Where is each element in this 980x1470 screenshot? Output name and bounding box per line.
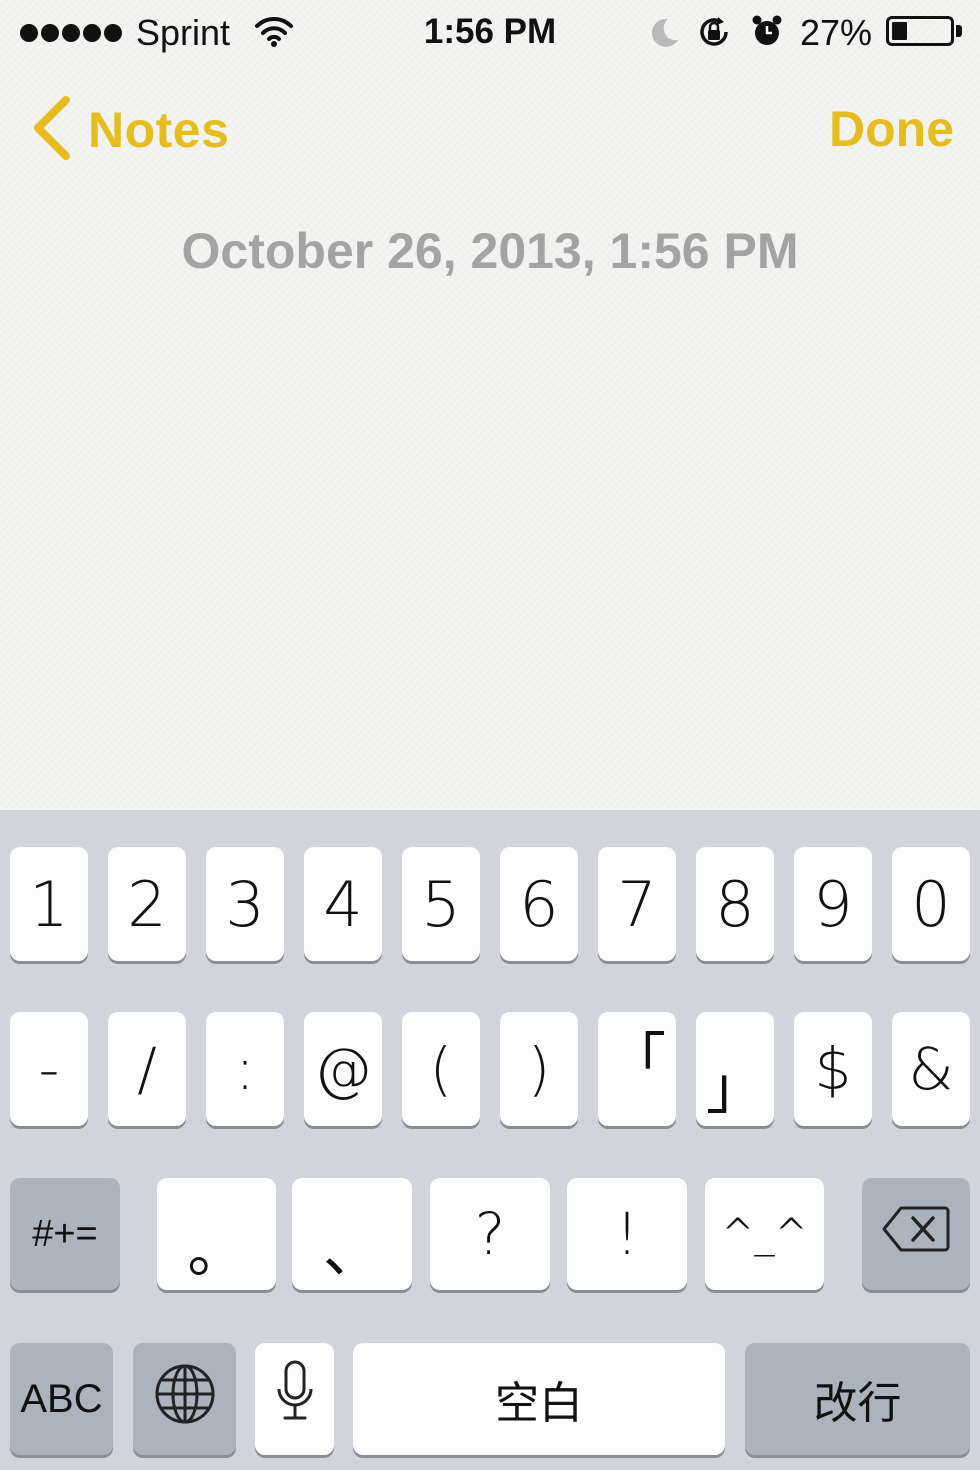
key-2[interactable]: 2 [108,847,186,961]
backspace-icon [881,1204,951,1264]
symbol-key-4[interactable]: @ [304,1012,382,1126]
space-key[interactable]: 空白 [353,1343,725,1455]
key-3[interactable]: 3 [206,847,284,961]
key-7[interactable]: 7 [598,847,676,961]
key-8-label: 8 [715,867,755,941]
key-2-label: 2 [127,867,167,941]
symbol-key-6-label: ) [527,1035,551,1103]
symbol-key-8[interactable]: 」 [696,1012,774,1126]
dictation-key[interactable] [255,1343,334,1455]
rotation-lock-icon [696,14,732,55]
key-4-label: 4 [323,867,363,941]
back-button-label: Notes [88,102,230,158]
punct-key-2-label: 、 [322,1217,381,1285]
symbol-key-7[interactable]: 「 [598,1012,676,1126]
abc-key-label: ABC [20,1376,103,1421]
key-5-label: 5 [421,867,461,941]
symbol-key-5-label: ( [429,1035,453,1103]
battery-percent: 27% [800,12,873,53]
punct-key-3[interactable]: ? [430,1178,550,1290]
key-9-label: 9 [813,867,853,941]
symbol-key-6[interactable]: ) [500,1012,578,1126]
battery-level [892,22,907,40]
symbol-key-10-label: & [908,1035,954,1103]
key-7-label: 7 [617,867,657,941]
symbol-key-3[interactable]: : [206,1012,284,1126]
symbol-key-10[interactable]: & [892,1012,970,1126]
battery-icon [886,16,954,46]
key-6[interactable]: 6 [500,847,578,961]
key-4[interactable]: 4 [304,847,382,961]
key-1[interactable]: 1 [10,847,88,961]
microphone-icon [275,1359,315,1439]
punct-key-4[interactable]: ! [567,1178,687,1290]
key-6-label: 6 [519,867,559,941]
chevron-left-icon [30,95,72,165]
abc-key[interactable]: ABC [10,1343,113,1455]
moon-icon [648,16,680,55]
punct-key-5[interactable]: ^_^ [705,1178,824,1290]
key-10-label: 0 [911,867,951,941]
alarm-icon [750,14,784,55]
punct-key-2[interactable]: 、 [292,1178,412,1290]
symbol-key-8-label: 」 [705,1054,764,1122]
symbol-key-1-label: - [38,1035,60,1103]
key-10[interactable]: 0 [892,847,970,961]
symbols-mode-key[interactable]: #+= [10,1178,120,1290]
globe-key[interactable] [133,1343,236,1455]
keyboard: 1234567890 - /: @ () 「」 $ & 。 、?! ^_^ #+= ABC [0,810,980,1470]
symbols-mode-key-label: #+= [32,1212,98,1255]
symbol-key-2[interactable]: / [108,1012,186,1126]
symbol-key-2-label: / [137,1035,157,1103]
symbol-key-9[interactable]: $ [794,1012,872,1126]
key-9[interactable]: 9 [794,847,872,961]
punct-key-1[interactable]: 。 [157,1178,276,1290]
done-button[interactable]: Done [829,100,954,158]
return-key-label: 改行 [813,1378,902,1429]
battery-cap [956,25,962,37]
key-1-label: 1 [29,867,69,941]
punct-key-3-label: ? [474,1200,506,1268]
symbol-key-1[interactable]: - [10,1012,88,1126]
key-3-label: 3 [225,867,265,941]
symbol-key-3-label: : [235,1035,255,1103]
symbol-key-4-label: @ [314,1035,372,1103]
punct-key-1-label: 。 [187,1217,246,1285]
globe-icon [153,1362,217,1436]
symbol-key-5[interactable]: ( [402,1012,480,1126]
symbol-key-7-label: 「 [607,1026,666,1094]
key-8[interactable]: 8 [696,847,774,961]
space-key-label: 空白 [495,1378,583,1429]
symbol-key-9-label: $ [814,1035,852,1103]
punct-key-5-label: ^_^ [720,1211,809,1257]
punct-key-4-label: ! [615,1200,639,1268]
status-bar: Sprint 1:56 PM 27% [0,0,980,66]
back-button[interactable]: Notes [30,95,230,165]
key-5[interactable]: 5 [402,847,480,961]
backspace-key[interactable] [862,1178,970,1290]
return-key[interactable]: 改行 [745,1343,970,1455]
note-date: October 26, 2013, 1:56 PM [181,223,799,279]
